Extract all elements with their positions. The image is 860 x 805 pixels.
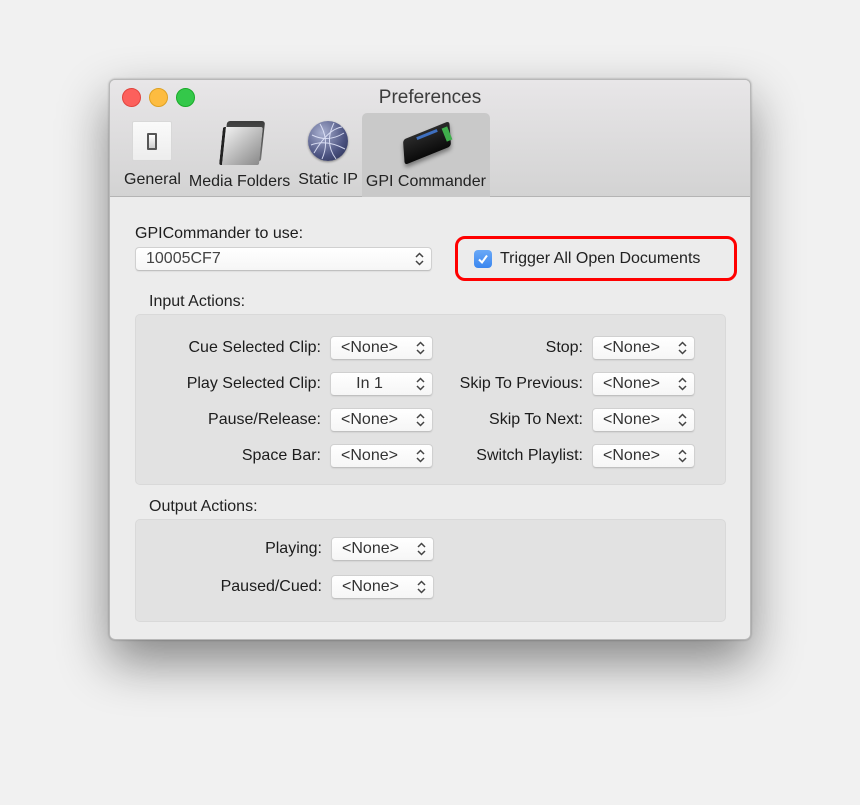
playing-label: Playing: xyxy=(265,540,322,557)
play-selected-clip-select[interactable]: In 1 xyxy=(330,372,433,396)
pause-release-label: Pause/Release: xyxy=(208,411,321,428)
playing-select[interactable]: <None> xyxy=(331,537,434,561)
output-actions-title: Output Actions: xyxy=(149,498,258,515)
paused-cued-select[interactable]: <None> xyxy=(331,575,434,599)
trigger-all-highlight: Trigger All Open Documents xyxy=(455,236,737,281)
gpi-commander-label: GPICommander to use: xyxy=(135,225,304,242)
tab-media-folders[interactable]: Media Folders xyxy=(185,113,294,197)
cue-selected-clip-select[interactable]: <None> xyxy=(330,336,433,360)
selected-value: <None> xyxy=(603,375,660,392)
selected-value: <None> xyxy=(341,339,398,356)
tab-label: General xyxy=(124,171,181,188)
trigger-all-checkbox[interactable] xyxy=(474,250,492,268)
selected-value: <None> xyxy=(342,540,399,557)
selected-value: <None> xyxy=(341,411,398,428)
gpi-device-icon xyxy=(396,119,456,165)
up-down-chevron-icon xyxy=(678,341,687,355)
up-down-chevron-icon xyxy=(416,413,425,427)
tab-label: Media Folders xyxy=(188,173,291,190)
preferences-window: Preferences General Media Folders Static… xyxy=(109,79,751,640)
switch-playlist-label: Switch Playlist: xyxy=(476,447,583,464)
selected-value: <None> xyxy=(603,339,660,356)
input-actions-group: Cue Selected Clip: <None> Play Selected … xyxy=(135,314,726,485)
space-bar-select[interactable]: <None> xyxy=(330,444,433,468)
skip-to-next-select[interactable]: <None> xyxy=(592,408,695,432)
window-title: Preferences xyxy=(378,87,482,108)
play-selected-clip-label: Play Selected Clip: xyxy=(186,375,321,392)
skip-to-previous-label: Skip To Previous: xyxy=(459,375,583,392)
up-down-chevron-icon xyxy=(678,449,687,463)
cue-selected-clip-label: Cue Selected Clip: xyxy=(188,339,321,356)
stop-label: Stop: xyxy=(545,339,583,356)
selected-value: <None> xyxy=(603,447,660,464)
up-down-chevron-icon xyxy=(416,449,425,463)
folder-icon xyxy=(216,119,265,165)
stop-select[interactable]: <None> xyxy=(592,336,695,360)
pause-release-select[interactable]: <None> xyxy=(330,408,433,432)
tab-static-ip[interactable]: Static IP xyxy=(294,113,362,197)
up-down-chevron-icon xyxy=(416,377,425,391)
output-actions-group: Playing: <None> Paused/Cued: <None> xyxy=(135,519,726,622)
space-bar-label: Space Bar: xyxy=(241,447,321,464)
up-down-chevron-icon xyxy=(417,542,426,556)
up-down-chevron-icon xyxy=(678,413,687,427)
selected-value: <None> xyxy=(342,578,399,595)
tab-label: Static IP xyxy=(298,171,358,188)
up-down-chevron-icon xyxy=(678,377,687,391)
selected-value: In 1 xyxy=(356,375,383,392)
toolbar: Preferences General Media Folders Static… xyxy=(110,80,750,197)
preference-tabs: General Media Folders Static IP GPI Comm… xyxy=(120,113,490,197)
skip-to-next-label: Skip To Next: xyxy=(489,411,583,428)
network-globe-icon xyxy=(308,121,349,161)
up-down-chevron-icon xyxy=(417,580,426,594)
tab-general[interactable]: General xyxy=(120,113,185,197)
skip-to-previous-select[interactable]: <None> xyxy=(592,372,695,396)
paused-cued-label: Paused/Cued: xyxy=(220,578,322,595)
selected-value: <None> xyxy=(341,447,398,464)
tab-gpi-commander[interactable]: GPI Commander xyxy=(361,113,490,197)
trigger-all-label[interactable]: Trigger All Open Documents xyxy=(500,250,700,268)
selected-value: 10005CF7 xyxy=(146,250,221,267)
gpi-commander-select[interactable]: 10005CF7 xyxy=(135,247,432,271)
input-actions-title: Input Actions: xyxy=(149,293,246,310)
up-down-chevron-icon xyxy=(416,341,425,355)
switch-playlist-select[interactable]: <None> xyxy=(592,444,695,468)
selected-value: <None> xyxy=(603,411,660,428)
tab-label: GPI Commander xyxy=(365,173,486,190)
up-down-chevron-icon xyxy=(415,252,424,266)
light-switch-icon xyxy=(132,121,173,161)
checkmark-icon xyxy=(478,254,488,265)
